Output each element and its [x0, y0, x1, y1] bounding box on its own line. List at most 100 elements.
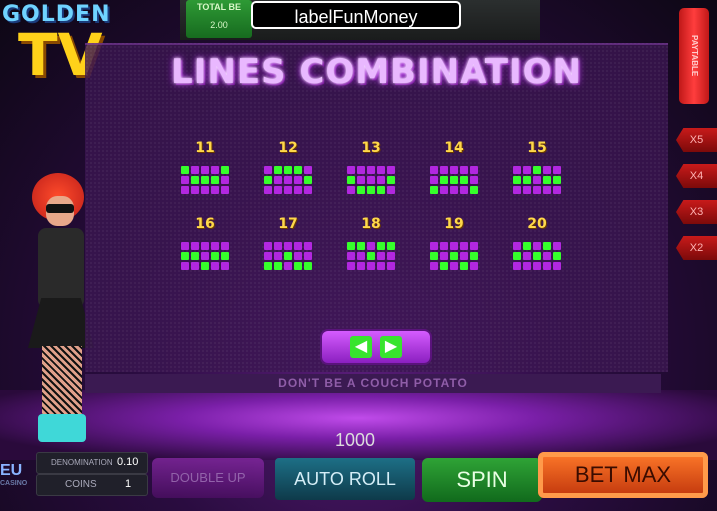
- auto-roll-label: AUTO ROLL: [294, 469, 396, 489]
- pattern-cell: [450, 262, 458, 270]
- pattern-cell-active: [221, 252, 229, 260]
- total-bet-label: TOTAL BE: [196, 2, 241, 12]
- multiplier-x5: X5: [676, 128, 717, 152]
- pattern-cell: [513, 166, 521, 174]
- pattern-cell: [304, 166, 312, 174]
- pattern-cell: [201, 252, 209, 260]
- pattern-cell-active: [553, 252, 561, 260]
- pattern-cell: [284, 176, 292, 184]
- pattern-cell-active: [533, 252, 541, 260]
- line-item: 18: [341, 216, 401, 270]
- pattern-cell-active: [264, 262, 272, 270]
- pattern-cell: [377, 166, 385, 174]
- pattern-cell: [533, 242, 541, 250]
- pattern-cell: [294, 242, 302, 250]
- pattern-cell-active: [450, 252, 458, 260]
- pattern-cell: [543, 166, 551, 174]
- pattern-cell-active: [181, 252, 189, 260]
- line-item: 15: [507, 140, 567, 194]
- pattern-cell: [450, 186, 458, 194]
- pattern-cell-active: [513, 176, 521, 184]
- line-pattern: [513, 242, 561, 270]
- pattern-cell: [553, 186, 561, 194]
- line-item: 13: [341, 140, 401, 194]
- pattern-cell: [523, 252, 531, 260]
- pattern-cell: [294, 252, 302, 260]
- line-item: 11: [175, 140, 235, 194]
- line-pattern: [430, 166, 478, 194]
- brand-subtext: CASINO: [0, 480, 28, 487]
- pattern-cell: [264, 166, 272, 174]
- pattern-cell: [284, 262, 292, 270]
- pattern-cell: [523, 166, 531, 174]
- page-navigator: ◀ ▶: [322, 331, 430, 363]
- pattern-cell: [553, 262, 561, 270]
- pattern-cell: [543, 186, 551, 194]
- pattern-cell: [440, 242, 448, 250]
- pattern-cell: [264, 242, 272, 250]
- pattern-cell-active: [181, 166, 189, 174]
- auto-roll-button[interactable]: AUTO ROLL: [275, 458, 415, 500]
- line-number: 11: [195, 140, 215, 156]
- pattern-cell: [440, 252, 448, 260]
- pattern-cell: [191, 262, 199, 270]
- pattern-cell: [440, 166, 448, 174]
- pattern-cell-active: [264, 176, 272, 184]
- line-pattern: [264, 242, 312, 270]
- bet-max-button[interactable]: BET MAX: [538, 452, 708, 498]
- pattern-cell: [274, 176, 282, 184]
- pattern-cell-active: [304, 176, 312, 184]
- coins-box[interactable]: COINS 1: [36, 474, 148, 496]
- pattern-cell: [523, 262, 531, 270]
- denomination-value: 0.10: [117, 456, 139, 468]
- pattern-cell-active: [440, 176, 448, 184]
- spin-label: SPIN: [456, 467, 508, 492]
- pattern-cell-active: [191, 176, 199, 184]
- paytable-button[interactable]: PAYTABLE: [679, 8, 709, 104]
- pattern-cell: [221, 242, 229, 250]
- pattern-cell: [347, 252, 355, 260]
- pattern-cell-active: [377, 242, 385, 250]
- pattern-cell: [430, 242, 438, 250]
- pattern-cell-active: [387, 242, 395, 250]
- next-page-button[interactable]: ▶: [380, 336, 402, 358]
- denomination-box[interactable]: DENOMINATION 0.10: [36, 452, 148, 474]
- pattern-cell: [533, 176, 541, 184]
- pattern-cell: [533, 262, 541, 270]
- line-item: 20: [507, 216, 567, 270]
- pattern-cell: [377, 176, 385, 184]
- multiplier-x3: X3: [676, 200, 717, 224]
- pattern-cell-active: [211, 252, 219, 260]
- pattern-cell: [460, 242, 468, 250]
- line-number: 18: [361, 216, 381, 232]
- pattern-cell: [221, 262, 229, 270]
- tagline-banner: DON'T BE A COUCH POTATO: [85, 374, 661, 393]
- pattern-cell: [211, 186, 219, 194]
- pattern-cell: [211, 166, 219, 174]
- pattern-cell: [387, 252, 395, 260]
- pattern-cell: [450, 242, 458, 250]
- pattern-cell: [523, 186, 531, 194]
- spin-button[interactable]: SPIN: [422, 458, 542, 502]
- prev-page-button[interactable]: ◀: [350, 336, 372, 358]
- pattern-cell: [347, 186, 355, 194]
- pattern-cell: [377, 252, 385, 260]
- brand-text: EU: [0, 462, 23, 479]
- pattern-cell-active: [553, 176, 561, 184]
- line-pattern: [430, 242, 478, 270]
- line-item: 12: [258, 140, 318, 194]
- pattern-cell-active: [430, 186, 438, 194]
- double-up-button[interactable]: DOUBLE UP: [152, 458, 264, 498]
- coins-value: 1: [125, 478, 132, 490]
- pattern-cell-active: [294, 262, 302, 270]
- pattern-cell-active: [543, 176, 551, 184]
- pattern-cell-active: [294, 166, 302, 174]
- pattern-cell: [181, 176, 189, 184]
- pattern-cell: [191, 166, 199, 174]
- line-number: 15: [527, 140, 547, 156]
- pattern-cell: [470, 166, 478, 174]
- total-bet-box: TOTAL BE 2.00: [186, 0, 252, 38]
- pattern-cell: [553, 242, 561, 250]
- pattern-cell: [367, 242, 375, 250]
- line-item: 16: [175, 216, 235, 270]
